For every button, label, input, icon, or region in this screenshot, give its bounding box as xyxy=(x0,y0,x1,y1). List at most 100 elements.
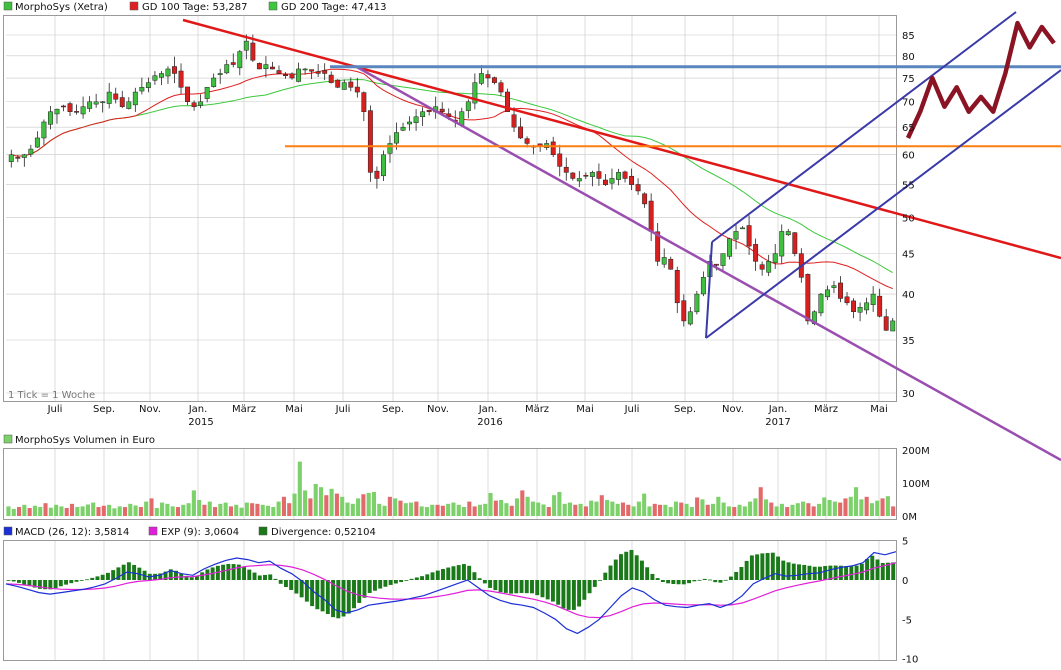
divergence-bar xyxy=(524,580,529,594)
volume-bar xyxy=(472,506,477,516)
candle-down xyxy=(583,175,589,177)
x-tick-label: Juli xyxy=(335,404,351,415)
divergence-bar xyxy=(802,564,807,580)
divergence-bar xyxy=(807,565,812,580)
candle-down xyxy=(491,77,497,83)
divergence-bar xyxy=(681,580,686,585)
volume-bar xyxy=(32,505,37,516)
candle-up xyxy=(34,137,40,148)
volume-bar xyxy=(689,507,694,516)
candle-up xyxy=(700,277,706,295)
candle-up xyxy=(80,106,86,115)
volume-bar xyxy=(170,506,175,516)
candle-up xyxy=(132,91,138,106)
volume-bar xyxy=(663,504,668,516)
candle-up xyxy=(87,101,93,109)
volume-bar xyxy=(382,505,387,516)
volume-bar xyxy=(467,501,472,516)
volume-bar xyxy=(424,507,430,516)
divergence-bar xyxy=(734,571,739,580)
divergence-bar xyxy=(383,580,388,587)
volume-bar xyxy=(324,495,329,516)
divergence-bar xyxy=(498,580,503,593)
candle-up xyxy=(890,320,896,332)
divergence-bar xyxy=(221,564,226,580)
candle-up xyxy=(380,154,386,177)
volume-bar xyxy=(763,499,769,516)
candle-down xyxy=(178,70,184,88)
price-legend: MorphoSys (Xetra) GD 100 Tage: 53,287 GD… xyxy=(3,1,387,13)
volume-bar xyxy=(16,507,22,516)
volume-bar xyxy=(843,498,848,516)
volume-bar xyxy=(138,507,143,516)
x-tick-label: Sep. xyxy=(93,404,115,415)
candle-up xyxy=(8,154,14,162)
volume-bar xyxy=(509,505,514,516)
volume-bar xyxy=(504,503,509,516)
candle-up xyxy=(831,285,837,288)
divergence-bar xyxy=(671,580,676,585)
volume-bar xyxy=(541,504,546,516)
candle-down xyxy=(74,111,80,113)
volume-bar xyxy=(573,504,578,516)
divergence-bar xyxy=(100,574,105,580)
divergence-bar xyxy=(362,580,367,598)
volume-bar xyxy=(530,501,535,516)
volume-bar xyxy=(848,496,853,516)
divergence-bar xyxy=(435,570,440,580)
y-tick-label: 60 xyxy=(902,151,915,162)
volume-bar xyxy=(446,503,451,516)
forecast-path xyxy=(905,20,1056,139)
divergence-bar xyxy=(660,580,665,583)
volume-bar xyxy=(59,506,64,516)
volume-bar xyxy=(864,496,869,516)
divergence-bar xyxy=(608,565,613,580)
divergence-bar xyxy=(105,572,110,580)
volume-bar xyxy=(806,503,811,516)
candle-down xyxy=(713,263,719,266)
x-tick-label: Sep. xyxy=(382,404,404,415)
candle-up xyxy=(727,238,732,257)
candle-down xyxy=(838,282,843,299)
tick-note: 1 Tick = 1 Woche xyxy=(8,390,95,401)
candle-down xyxy=(426,109,432,112)
volume-bar xyxy=(742,506,747,516)
candle-up xyxy=(387,143,393,154)
candle-down xyxy=(746,225,752,247)
volume-bar xyxy=(260,504,265,516)
divergence-bar xyxy=(666,580,671,584)
volume-bar xyxy=(673,501,678,516)
y-tick-label: 70 xyxy=(902,98,915,109)
volume-bar xyxy=(562,503,567,516)
volume-bar xyxy=(244,502,249,516)
candle-down xyxy=(113,93,119,100)
divergence-bar xyxy=(304,580,309,602)
divergence-bar xyxy=(467,565,472,580)
divergence-bar xyxy=(226,563,231,580)
volume-bar xyxy=(186,503,191,516)
volume-bar xyxy=(514,498,520,516)
candle-down xyxy=(335,79,341,88)
candle-up xyxy=(694,293,700,313)
candle-up xyxy=(824,289,830,298)
candle-down xyxy=(269,66,275,70)
volume-bar xyxy=(599,495,604,516)
divergence-bar xyxy=(776,556,781,580)
volume-bars xyxy=(6,461,896,516)
volume-bar xyxy=(578,503,583,516)
candle-up xyxy=(459,111,465,126)
candle-up xyxy=(47,111,53,125)
candle-down xyxy=(61,105,66,108)
candle-down xyxy=(753,244,759,262)
divergence-bar xyxy=(378,580,383,589)
divergence-bar xyxy=(252,572,257,580)
volume-tick-label: 200M xyxy=(902,446,930,457)
volume-bar xyxy=(255,503,260,516)
volume-bar xyxy=(647,506,652,516)
divergence-bar xyxy=(891,562,896,580)
volume-bar xyxy=(737,504,742,516)
volume-bar xyxy=(202,504,207,516)
gd100-line xyxy=(11,68,893,290)
candle-up xyxy=(237,51,243,69)
volume-bar xyxy=(276,501,281,516)
